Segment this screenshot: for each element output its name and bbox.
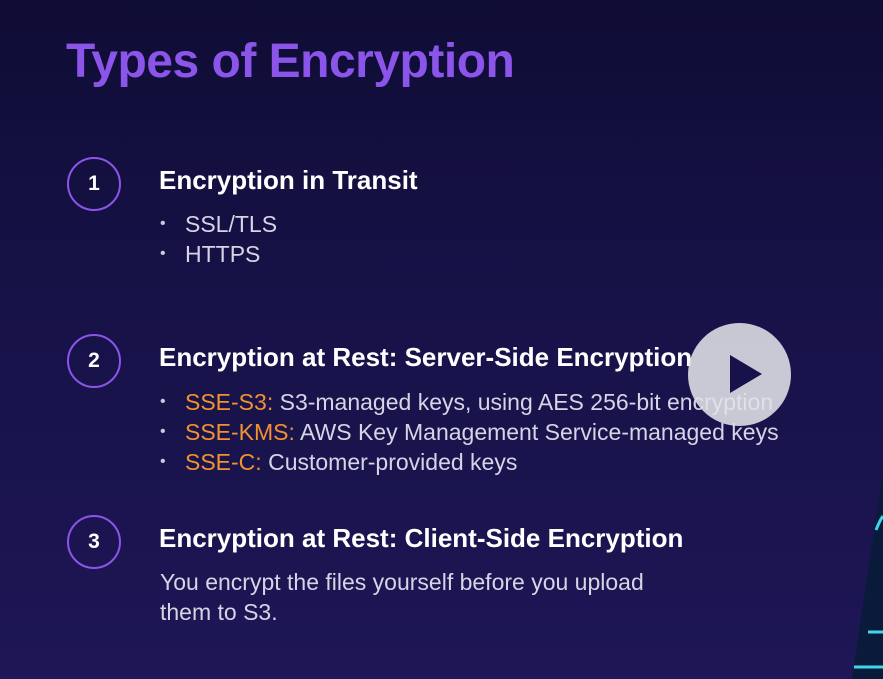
section-3-description: You encrypt the files yourself before yo… <box>160 569 644 625</box>
section-number-3: 3 <box>67 515 121 569</box>
bullet-item: SSE-S3: S3-managed keys, using AES 256-b… <box>160 387 779 417</box>
section-heading-1: Encryption in Transit <box>159 165 418 195</box>
section-number-2: 2 <box>67 334 121 388</box>
bullet-key: SSE-C: <box>185 449 262 475</box>
bullet-key: SSE-S3: <box>185 389 274 415</box>
section-2-bullets: SSE-S3: S3-managed keys, using AES 256-b… <box>160 387 779 477</box>
bullet-item: SSL/TLS <box>160 209 277 239</box>
bullet-text: AWS Key Management Service-managed keys <box>294 419 779 445</box>
slide-title: Types of Encryption <box>66 35 515 88</box>
section-heading-3: Encryption at Rest: Client-Side Encrypti… <box>159 523 684 553</box>
section-heading-2: Encryption at Rest: Server-Side Encrypti… <box>159 342 693 372</box>
play-button[interactable] <box>688 323 791 426</box>
bullet-item: SSE-KMS: AWS Key Management Service-mana… <box>160 417 779 447</box>
bullet-text: Customer-provided keys <box>261 449 518 475</box>
section-number-1: 1 <box>67 157 121 211</box>
bullet-key: SSE-KMS: <box>185 419 295 445</box>
bullet-item: HTTPS <box>160 239 277 269</box>
section-1-bullets: SSL/TLS HTTPS <box>160 209 277 269</box>
bullet-item: SSE-C: Customer-provided keys <box>160 447 779 477</box>
